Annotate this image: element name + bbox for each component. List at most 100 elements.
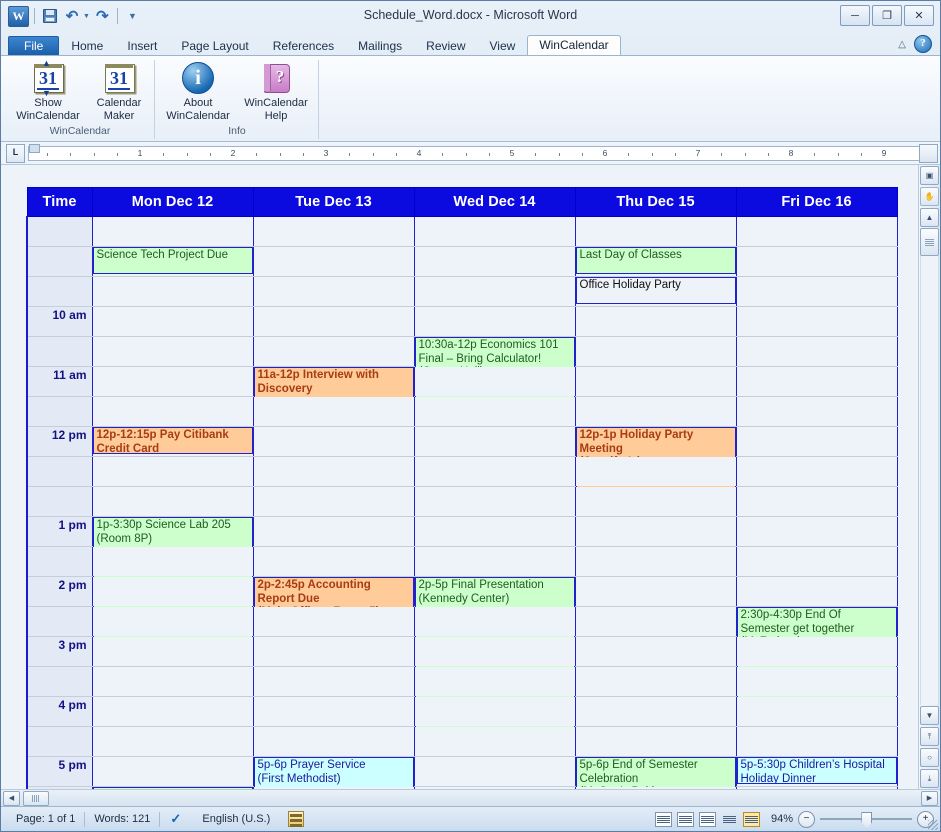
day-cell[interactable] <box>413 516 576 547</box>
day-cell[interactable] <box>574 486 737 517</box>
day-cell[interactable] <box>413 786 576 789</box>
day-cell[interactable] <box>91 216 254 247</box>
day-cell[interactable] <box>413 666 576 697</box>
day-cell[interactable] <box>574 786 737 789</box>
outline-view[interactable] <box>721 812 738 827</box>
day-cell[interactable] <box>413 306 576 337</box>
day-cell[interactable] <box>413 756 576 787</box>
select-browse-object-icon[interactable]: ▣ <box>920 166 939 185</box>
day-cell[interactable] <box>252 246 415 277</box>
day-cell[interactable] <box>91 756 254 787</box>
day-cell[interactable]: 1p-3:30p Science Lab 205 (Room 8P) <box>91 516 254 656</box>
day-cell[interactable] <box>735 486 898 517</box>
scroll-right-button[interactable]: ▶ <box>921 790 938 806</box>
day-cell[interactable] <box>413 726 576 757</box>
calendar-event[interactable]: 5p-6p Prayer Service (First Methodist) <box>253 757 414 789</box>
minimize-button[interactable]: ─ <box>840 5 870 26</box>
day-cell[interactable]: 5p-5:30p Children’s Hospital Holiday Dinn… <box>735 756 898 787</box>
tab-review[interactable]: Review <box>414 36 477 55</box>
full-screen-reading-view[interactable] <box>677 811 694 827</box>
view-ruler-button[interactable] <box>919 144 938 163</box>
day-cell[interactable] <box>735 666 898 697</box>
day-cell[interactable] <box>91 636 254 667</box>
day-cell[interactable]: 12p-12:15p Pay Citibank Credit Card <box>91 426 254 457</box>
maximize-button[interactable]: ❐ <box>872 5 902 26</box>
day-cell[interactable]: 5p-6p End of SemesterCelebration(McGee's… <box>574 756 737 789</box>
day-cell[interactable] <box>91 666 254 697</box>
day-cell[interactable] <box>735 726 898 757</box>
word-count[interactable]: Words: 121 <box>85 811 159 828</box>
day-cell[interactable] <box>252 396 415 427</box>
day-cell[interactable] <box>413 456 576 487</box>
day-cell[interactable] <box>735 786 898 789</box>
day-cell[interactable] <box>735 216 898 247</box>
day-cell[interactable] <box>91 456 254 487</box>
hand-icon[interactable]: ✋ <box>920 187 939 206</box>
resize-grip[interactable] <box>928 820 938 830</box>
vertical-scroll-thumb[interactable] <box>920 228 939 256</box>
next-page-button[interactable]: ⤓ <box>920 769 939 788</box>
zoom-slider-handle[interactable] <box>861 811 873 829</box>
day-cell[interactable]: 10:30a-12p Economics 101 Final – Bring Ca… <box>413 336 576 420</box>
day-cell[interactable] <box>91 546 254 577</box>
day-cell[interactable] <box>252 606 415 637</box>
day-cell[interactable]: 2p-2:45p AccountingReport Due(Main Offic… <box>252 576 415 632</box>
browse-object-button[interactable]: ○ <box>920 748 939 767</box>
day-cell[interactable] <box>413 606 576 637</box>
day-cell[interactable] <box>574 396 737 427</box>
web-layout-view[interactable] <box>699 811 716 827</box>
day-cell[interactable] <box>574 456 737 487</box>
zoom-out-button[interactable]: − <box>798 810 815 828</box>
day-cell[interactable] <box>735 516 898 547</box>
day-cell[interactable] <box>735 456 898 487</box>
day-cell[interactable] <box>252 546 415 577</box>
day-cell[interactable] <box>91 726 254 757</box>
page-indicator[interactable]: Page: 1 of 1 <box>7 811 84 828</box>
day-cell[interactable] <box>413 696 576 727</box>
day-cell[interactable] <box>252 486 415 517</box>
day-cell[interactable]: 11a-12p Interview with Discovery <box>252 366 415 422</box>
day-cell[interactable] <box>91 396 254 427</box>
zoom-slider[interactable] <box>820 811 912 829</box>
wincalendar-help-button[interactable]: ? WinCalendar Help <box>237 60 315 124</box>
zoom-level[interactable]: 94% <box>765 813 793 825</box>
calendar-event[interactable]: 5:30p-7:30p ScienceFoundation Dinner <box>92 787 253 789</box>
calendar-event[interactable]: 5p-6p End of SemesterCelebration(McGee's… <box>575 757 736 789</box>
day-cell[interactable] <box>735 276 898 307</box>
draft-view[interactable] <box>743 811 760 827</box>
vertical-scroll-track[interactable] <box>920 256 939 705</box>
day-cell[interactable] <box>574 666 737 697</box>
scroll-down-button[interactable]: ▼ <box>920 706 939 725</box>
previous-page-button[interactable]: ⤒ <box>920 727 939 746</box>
spellcheck-icon[interactable]: ✓ <box>160 811 193 828</box>
calendar-event[interactable]: Science Tech Project Due <box>92 247 253 274</box>
tab-insert[interactable]: Insert <box>115 36 169 55</box>
scroll-up-button[interactable]: ▲ <box>920 208 939 227</box>
tab-file[interactable]: File <box>8 36 60 55</box>
day-cell[interactable] <box>413 216 576 247</box>
day-cell[interactable] <box>91 366 254 397</box>
language-indicator[interactable]: English (U.S.) <box>193 811 279 828</box>
help-icon[interactable]: ? <box>914 35 932 53</box>
tab-references[interactable]: References <box>261 36 346 55</box>
day-cell[interactable] <box>91 576 254 607</box>
tab-view[interactable]: View <box>478 36 528 55</box>
day-cell[interactable] <box>252 306 415 337</box>
day-cell[interactable] <box>252 636 415 667</box>
horizontal-ruler[interactable]: 1 2 3 4 5 6 7 8 9 <box>28 143 935 161</box>
tab-home[interactable]: Home <box>59 36 115 55</box>
print-layout-view[interactable] <box>655 811 672 827</box>
close-button[interactable]: ✕ <box>904 5 934 26</box>
day-cell[interactable] <box>413 636 576 667</box>
day-cell[interactable] <box>735 426 898 457</box>
day-cell[interactable] <box>413 366 576 397</box>
day-cell[interactable] <box>735 336 898 367</box>
day-cell[interactable] <box>252 426 415 457</box>
day-cell[interactable] <box>252 726 415 757</box>
tab-stop-selector[interactable]: L <box>6 143 25 163</box>
day-cell[interactable] <box>574 696 737 727</box>
scroll-left-button[interactable]: ◀ <box>3 790 20 806</box>
day-cell[interactable]: Last Day of Classes <box>574 246 737 277</box>
day-cell[interactable] <box>252 696 415 727</box>
calendar-event[interactable]: 5p-5:30p Children’s Hospital Holiday Dinn… <box>736 757 897 784</box>
